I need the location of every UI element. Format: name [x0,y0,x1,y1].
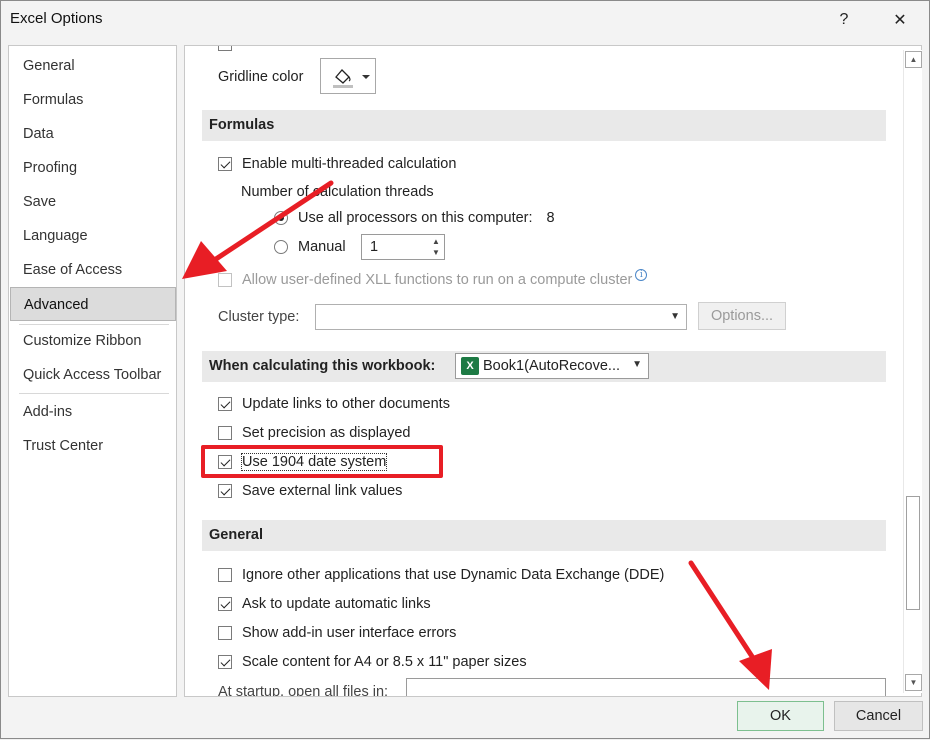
manual-threads-value: 1 [370,239,379,255]
threads-label: Number of calculation threads [241,184,434,200]
xll-cluster-checkbox[interactable] [218,273,232,287]
spinner-arrows-icon[interactable]: ▲ ▼ [430,236,442,258]
show-addin-errors-checkbox[interactable] [218,626,232,640]
set-precision-checkbox[interactable] [218,426,232,440]
ask-update-links-checkbox[interactable] [218,597,232,611]
show-addin-errors-label: Show add-in user interface errors [242,625,457,641]
processor-count: 8 [546,210,555,226]
threads-label-row: Number of calculation threads [241,180,434,204]
excel-options-dialog: Excel Options ? ✕ General Formulas Data … [0,0,930,739]
use-all-processors-label: Use all processors on this computer: [298,210,533,226]
update-links-option[interactable]: Update links to other documents [218,392,450,416]
update-links-label: Update links to other documents [242,396,450,412]
cluster-type-label: Cluster type: [218,309,300,325]
manual-threads-option[interactable]: Manual [274,235,346,259]
use-all-processors-option[interactable]: Use all processors on this computer: 8 [274,206,555,230]
nav-item-quick-access-toolbar[interactable]: Quick Access Toolbar [10,358,176,392]
nav-item-ease-of-access[interactable]: Ease of Access [10,253,176,287]
multithreaded-option[interactable]: Enable multi-threaded calculation [218,152,456,176]
manual-threads-label: Manual [298,239,346,255]
nav-item-general[interactable]: General [10,49,176,83]
nav-item-customize-ribbon[interactable]: Customize Ribbon [10,324,176,358]
workbook-dropdown[interactable]: X Book1(AutoRecove... ▼ [455,353,649,379]
close-button[interactable]: ✕ [877,1,923,38]
close-icon: ✕ [893,11,907,29]
scale-content-option[interactable]: Scale content for A4 or 8.5 x 11" paper … [218,650,527,674]
save-external-links-checkbox[interactable] [218,484,232,498]
nav-item-language[interactable]: Language [10,219,176,253]
ignore-dde-option[interactable]: Ignore other applications that use Dynam… [218,563,664,587]
formulas-section-heading: Formulas [202,110,886,141]
scroll-thumb[interactable] [906,496,920,610]
set-precision-option[interactable]: Set precision as displayed [218,421,410,445]
multithreaded-label: Enable multi-threaded calculation [242,156,457,172]
nav-item-formulas[interactable]: Formulas [10,83,176,117]
advanced-options-panel: Gridline color Formulas Enable multi-thr… [184,45,922,697]
nav-item-advanced[interactable]: Advanced [10,287,176,321]
ignore-dde-label: Ignore other applications that use Dynam… [242,567,665,583]
manual-threads-radio[interactable] [274,240,288,254]
dialog-title: Excel Options [10,10,103,27]
save-external-links-option[interactable]: Save external link values [218,479,402,503]
scroll-down-icon[interactable]: ▼ [905,674,922,691]
nav-item-proofing[interactable]: Proofing [10,151,176,185]
help-icon: ? [839,10,849,28]
gridline-color-picker[interactable] [320,58,376,94]
help-button[interactable]: ? [821,1,867,38]
partial-option-row [218,46,242,56]
scale-content-checkbox[interactable] [218,655,232,669]
startup-folder-input[interactable] [406,678,886,696]
workbook-dropdown-value: Book1(AutoRecove... [483,358,621,374]
workbook-heading-label: When calculating this workbook: [209,358,436,374]
chevron-down-icon: ▼ [632,359,642,370]
set-precision-label: Set precision as displayed [242,425,411,441]
cancel-button[interactable]: Cancel [834,701,923,731]
highlight-box [201,445,443,478]
chevron-down-icon: ▼ [670,311,680,322]
paint-bucket-icon [333,69,370,88]
startup-folder-label: At startup, open all files in: [218,684,389,697]
gridline-color-row: Gridline color [218,65,303,89]
manual-threads-spinner[interactable]: 1 ▲ ▼ [361,234,445,260]
title-bar: Excel Options ? ✕ [1,1,929,38]
info-icon[interactable]: i [635,269,648,281]
gridline-color-label: Gridline color [218,69,304,85]
cluster-type-dropdown[interactable]: ▼ [315,304,687,330]
show-addin-errors-option[interactable]: Show add-in user interface errors [218,621,456,645]
nav-item-trust-center[interactable]: Trust Center [10,429,176,463]
startup-folder-row: At startup, open all files in: [218,680,389,697]
partial-checkbox[interactable] [218,46,232,51]
ok-button[interactable]: OK [737,701,824,731]
nav-item-data[interactable]: Data [10,117,176,151]
cluster-type-row: Cluster type: [218,305,299,329]
content-scrollbar[interactable]: ▲ ▼ [903,50,922,693]
general-section-heading: General [202,520,886,551]
scroll-up-icon[interactable]: ▲ [905,51,922,68]
nav-divider [19,393,169,394]
xll-cluster-label: Allow user-defined XLL functions to run … [242,272,633,288]
multithreaded-checkbox[interactable] [218,157,232,171]
nav-item-add-ins[interactable]: Add-ins [10,395,176,429]
xll-cluster-option: Allow user-defined XLL functions to run … [218,268,648,292]
excel-icon: X [461,357,479,375]
ignore-dde-checkbox[interactable] [218,568,232,582]
ask-update-links-option[interactable]: Ask to update automatic links [218,592,431,616]
scale-content-label: Scale content for A4 or 8.5 x 11" paper … [242,654,527,670]
use-all-processors-radio[interactable] [274,211,288,225]
save-external-links-label: Save external link values [242,483,403,499]
update-links-checkbox[interactable] [218,397,232,411]
ask-update-links-label: Ask to update automatic links [242,596,431,612]
nav-item-save[interactable]: Save [10,185,176,219]
options-nav: General Formulas Data Proofing Save Lang… [8,45,177,697]
cluster-options-button[interactable]: Options... [698,302,786,330]
